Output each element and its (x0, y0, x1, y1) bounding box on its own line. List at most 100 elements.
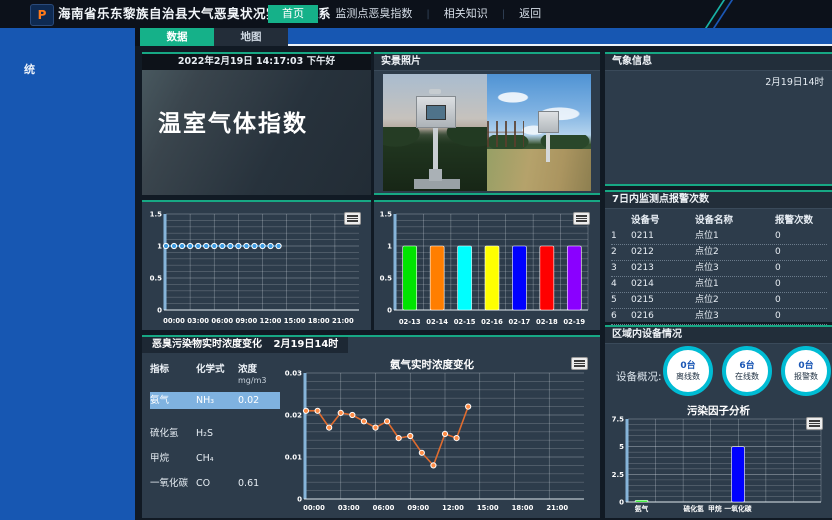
pollutant-col-name: 指标 (150, 361, 196, 386)
photo-right-fence (487, 121, 524, 147)
tab-strip-filler (288, 28, 832, 46)
table-row: 50215点位20 (611, 293, 827, 309)
alarm-col-count: 报警次数 (775, 213, 827, 229)
svg-text:00:00: 00:00 (303, 504, 325, 512)
device-overview-label: 设备概况: (616, 369, 662, 384)
table-cell: 一氧化碳 (150, 475, 196, 492)
device-stat-circle-0: 0台离线数 (663, 346, 713, 396)
top-bar: P 海南省乐东黎族自治县大气恶臭状况实时发布系 首页|监测点恶臭指数|相关知识|… (0, 0, 832, 28)
chart-menu-icon[interactable] (806, 417, 823, 430)
chart-menu-icon[interactable] (573, 212, 590, 225)
daily-index-chart-panel: 00.511.502-1302-1402-1502-1602-1702-1802… (374, 200, 600, 330)
tab-0[interactable]: 数据 (140, 28, 214, 46)
pollutant-table-body: 氨气NH₃0.02 硫化氢H₂S 甲烷CH₄ 一氧化碳CO0.61 (150, 392, 280, 492)
svg-text:03:00: 03:00 (187, 317, 209, 325)
alarm-table-body: 10211点位1020212点位2030213点位3040214点位105021… (611, 229, 827, 325)
table-cell: CO (196, 475, 238, 492)
svg-text:0: 0 (619, 499, 624, 507)
table-cell: 0 (775, 261, 827, 276)
svg-text:0: 0 (387, 307, 392, 315)
table-cell: 氨气 (150, 392, 196, 409)
svg-text:0.01: 0.01 (285, 454, 302, 462)
dashboard-screen: P 海南省乐东黎族自治县大气恶臭状况实时发布系 首页|监测点恶臭指数|相关知识|… (0, 0, 832, 520)
table-cell: 0.02 (238, 392, 280, 409)
pollutant-panel-datetime: 2月19日14时 (273, 339, 338, 350)
nav-item-0[interactable]: 首页 (268, 5, 318, 23)
table-cell: 0212 (631, 245, 695, 260)
pollutant-row[interactable]: 甲烷CH₄ (150, 450, 280, 467)
photo-right (487, 74, 591, 191)
greenhouse-trend-chart: 00.511.500:0003:0006:0009:0012:0015:0018… (142, 202, 371, 328)
table-cell: 0 (775, 293, 827, 308)
alarm-count-panel: 7日内监测点报警次数 设备号 设备名称 报警次数 10211点位1020212点… (605, 190, 832, 322)
tab-1[interactable]: 地图 (214, 28, 288, 46)
table-cell: 点位3 (695, 309, 775, 324)
table-row: 20212点位20 (611, 245, 827, 261)
table-cell: 甲烷 (150, 450, 196, 467)
device-stat-circle-1: 6台在线数 (722, 346, 772, 396)
svg-text:硫化氢: 硫化氢 (683, 504, 704, 513)
svg-text:00:00: 00:00 (163, 317, 185, 325)
chart-menu-icon[interactable] (571, 357, 588, 370)
stat-label: 报警数 (794, 372, 818, 382)
alarm-col-device-name: 设备名称 (695, 213, 775, 229)
table-cell: NH₃ (196, 392, 238, 409)
svg-text:甲烷: 甲烷 (708, 504, 722, 513)
alarm-col-device-id: 设备号 (631, 213, 695, 229)
stat-value: 0台 (798, 361, 813, 372)
photo-left-device-pedestal (429, 169, 443, 181)
alarm-table-header: 设备号 设备名称 报警次数 (611, 213, 827, 229)
table-cell: 0.61 (238, 475, 280, 492)
table-row: 10211点位10 (611, 229, 827, 245)
table-row: 60216点位30 (611, 309, 827, 325)
svg-text:21:00: 21:00 (546, 504, 568, 512)
svg-text:0.5: 0.5 (150, 275, 163, 283)
weather-panel-title: 气象信息 (605, 54, 832, 71)
pollutant-row[interactable]: 氨气NH₃0.02 (150, 392, 280, 409)
pollutant-row[interactable]: 一氧化碳CO0.61 (150, 475, 280, 492)
svg-text:03:00: 03:00 (338, 504, 360, 512)
nav-item-3[interactable]: 返回 (505, 5, 555, 23)
pollutant-table-header: 指标 化学式 浓度mg/m3 (150, 361, 280, 386)
svg-text:0.5: 0.5 (380, 275, 393, 283)
table-cell: 4 (611, 277, 631, 292)
pollution-factor-chart: 02.557.5氨气硫化氢甲烷一氧化碳 (608, 415, 829, 515)
svg-text:0: 0 (297, 496, 302, 504)
alarm-panel-title: 7日内监测点报警次数 (605, 192, 832, 209)
stat-label: 在线数 (735, 372, 759, 382)
table-row: 40214点位10 (611, 277, 827, 293)
table-cell: 点位2 (695, 293, 775, 308)
photo-left (383, 74, 487, 191)
greenhouse-panel-title: 温室气体指数 (158, 104, 308, 138)
table-cell: 0 (775, 277, 827, 292)
svg-text:0.02: 0.02 (285, 412, 302, 420)
nav-item-1[interactable]: 监测点恶臭指数 (321, 5, 426, 23)
photo-left-device-antenna (429, 89, 441, 94)
device-panel-title: 区域内设备情况 (605, 327, 832, 344)
pollutant-col-value: 浓度mg/m3 (238, 361, 280, 386)
table-cell: 0215 (631, 293, 695, 308)
pollutant-row[interactable]: 硫化氢H₂S (150, 425, 280, 442)
nav-item-2[interactable]: 相关知识 (430, 5, 502, 23)
greenhouse-panel-body: 温室气体指数 (142, 70, 371, 195)
svg-text:1.5: 1.5 (380, 211, 393, 219)
svg-text:2.5: 2.5 (612, 471, 625, 479)
stat-value: 6台 (739, 361, 754, 372)
photos-panel-title: 实景照片 (374, 54, 600, 71)
svg-text:12:00: 12:00 (260, 317, 282, 325)
svg-text:02-18: 02-18 (536, 318, 558, 326)
svg-text:7.5: 7.5 (612, 416, 625, 424)
svg-text:09:00: 09:00 (236, 317, 258, 325)
chart-menu-icon[interactable] (344, 212, 361, 225)
table-cell: 6 (611, 309, 631, 324)
pollutant-col-formula: 化学式 (196, 361, 238, 386)
table-cell: 点位2 (695, 245, 775, 260)
svg-text:一氧化碳: 一氧化碳 (724, 504, 751, 513)
svg-text:1: 1 (157, 243, 162, 251)
svg-text:02-14: 02-14 (426, 318, 448, 326)
table-cell: 0213 (631, 261, 695, 276)
table-cell: 2 (611, 245, 631, 260)
table-cell: 1 (611, 229, 631, 244)
greenhouse-index-panel: 2022年2月19日 14:17:03 下午好 温室气体指数 (142, 52, 371, 195)
table-cell: 0211 (631, 229, 695, 244)
